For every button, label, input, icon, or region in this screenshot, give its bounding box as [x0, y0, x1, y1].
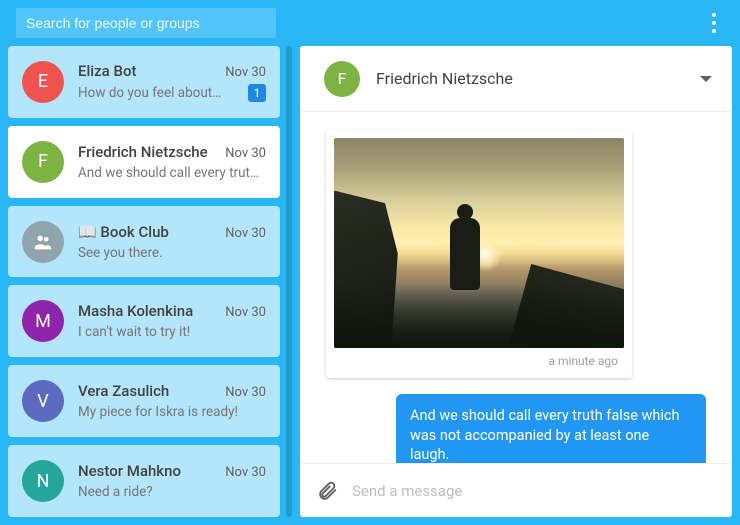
message-list[interactable]: a minute ago And we should call every tr… [300, 112, 732, 463]
people-icon [32, 231, 54, 253]
conversation-date: Nov 30 [225, 305, 266, 320]
sidebar-scrollbar[interactable] [286, 46, 292, 517]
message-image-card[interactable]: a minute ago [326, 130, 632, 378]
message-timestamp: a minute ago [334, 348, 624, 370]
composer [300, 463, 732, 517]
compose-input[interactable] [352, 482, 716, 500]
conversation-item[interactable]: M Masha Kolenkina Nov 30 I can't wait to tr… [8, 285, 280, 357]
conversation-body: Friedrich Nietzsche Nov 30 And we should c… [78, 143, 266, 181]
paperclip-icon [316, 480, 338, 502]
conversation-name: Masha Kolenkina [78, 302, 193, 320]
chat-menu-dropdown-icon[interactable] [700, 76, 712, 82]
more-menu-button[interactable] [698, 7, 730, 39]
avatar: F [22, 141, 64, 183]
chat-peer-name: Friedrich Nietzsche [376, 69, 684, 88]
conversation-name: Nestor Mahkno [78, 462, 181, 480]
conversation-body: Nestor Mahkno Nov 30 Need a ride? [78, 462, 266, 500]
conversation-list: E Eliza Bot Nov 30 How do you feel about… 1 F… [8, 46, 280, 517]
message-text: And we should call every truth false whi… [410, 407, 679, 463]
conversation-preview: My piece for Iskra is ready! [78, 404, 266, 420]
conversation-preview: See you there. [78, 245, 266, 261]
conversation-name: Eliza Bot [78, 62, 136, 80]
sidebar: E Eliza Bot Nov 30 How do you feel about… 1 F… [8, 46, 292, 517]
conversation-preview: Need a ride? [78, 484, 266, 500]
attach-button[interactable] [316, 480, 338, 502]
conversation-item[interactable]: E Eliza Bot Nov 30 How do you feel about… 1 [8, 46, 280, 118]
search-input[interactable] [16, 8, 276, 38]
message-bubble-outgoing[interactable]: And we should call every truth false whi… [396, 394, 706, 463]
conversation-preview: I can't wait to try it! [78, 324, 266, 340]
conversation-body: 📖 Book Club Nov 30 See you there. [78, 223, 266, 261]
avatar: N [22, 460, 64, 502]
conversation-date: Nov 30 [225, 146, 266, 161]
conversation-item[interactable]: N Nestor Mahkno Nov 30 Need a ride? [8, 445, 280, 517]
conversation-body: Vera Zasulich Nov 30 My piece for Iskra is… [78, 382, 266, 420]
conversation-name: Vera Zasulich [78, 382, 169, 400]
chat-header: F Friedrich Nietzsche [300, 46, 732, 112]
group-avatar-icon [22, 221, 64, 263]
conversation-body: Eliza Bot Nov 30 How do you feel about… 1 [78, 62, 266, 102]
chat-peer-avatar: F [324, 61, 360, 97]
conversation-date: Nov 30 [225, 65, 266, 80]
conversation-preview: And we should call every truth f… [78, 165, 266, 181]
conversation-name: 📖 Book Club [78, 223, 169, 241]
unread-badge: 1 [248, 84, 266, 102]
conversation-item[interactable]: 📖 Book Club Nov 30 See you there. [8, 206, 280, 278]
conversation-name: Friedrich Nietzsche [78, 143, 208, 161]
conversation-body: Masha Kolenkina Nov 30 I can't wait to try… [78, 302, 266, 340]
avatar: M [22, 300, 64, 342]
app-header [0, 0, 740, 46]
kebab-icon [712, 11, 716, 35]
chat-panel: F Friedrich Nietzsche a minute ago And w… [300, 46, 732, 517]
conversation-date: Nov 30 [225, 385, 266, 400]
conversation-date: Nov 30 [225, 226, 266, 241]
conversation-item[interactable]: F Friedrich Nietzsche Nov 30 And we should … [8, 126, 280, 198]
avatar: E [22, 61, 64, 103]
conversation-preview: How do you feel about… [78, 85, 240, 101]
conversation-item[interactable]: V Vera Zasulich Nov 30 My piece for Iskra i… [8, 365, 280, 437]
sunset-photo [334, 138, 624, 348]
avatar: V [22, 380, 64, 422]
conversation-date: Nov 30 [225, 465, 266, 480]
